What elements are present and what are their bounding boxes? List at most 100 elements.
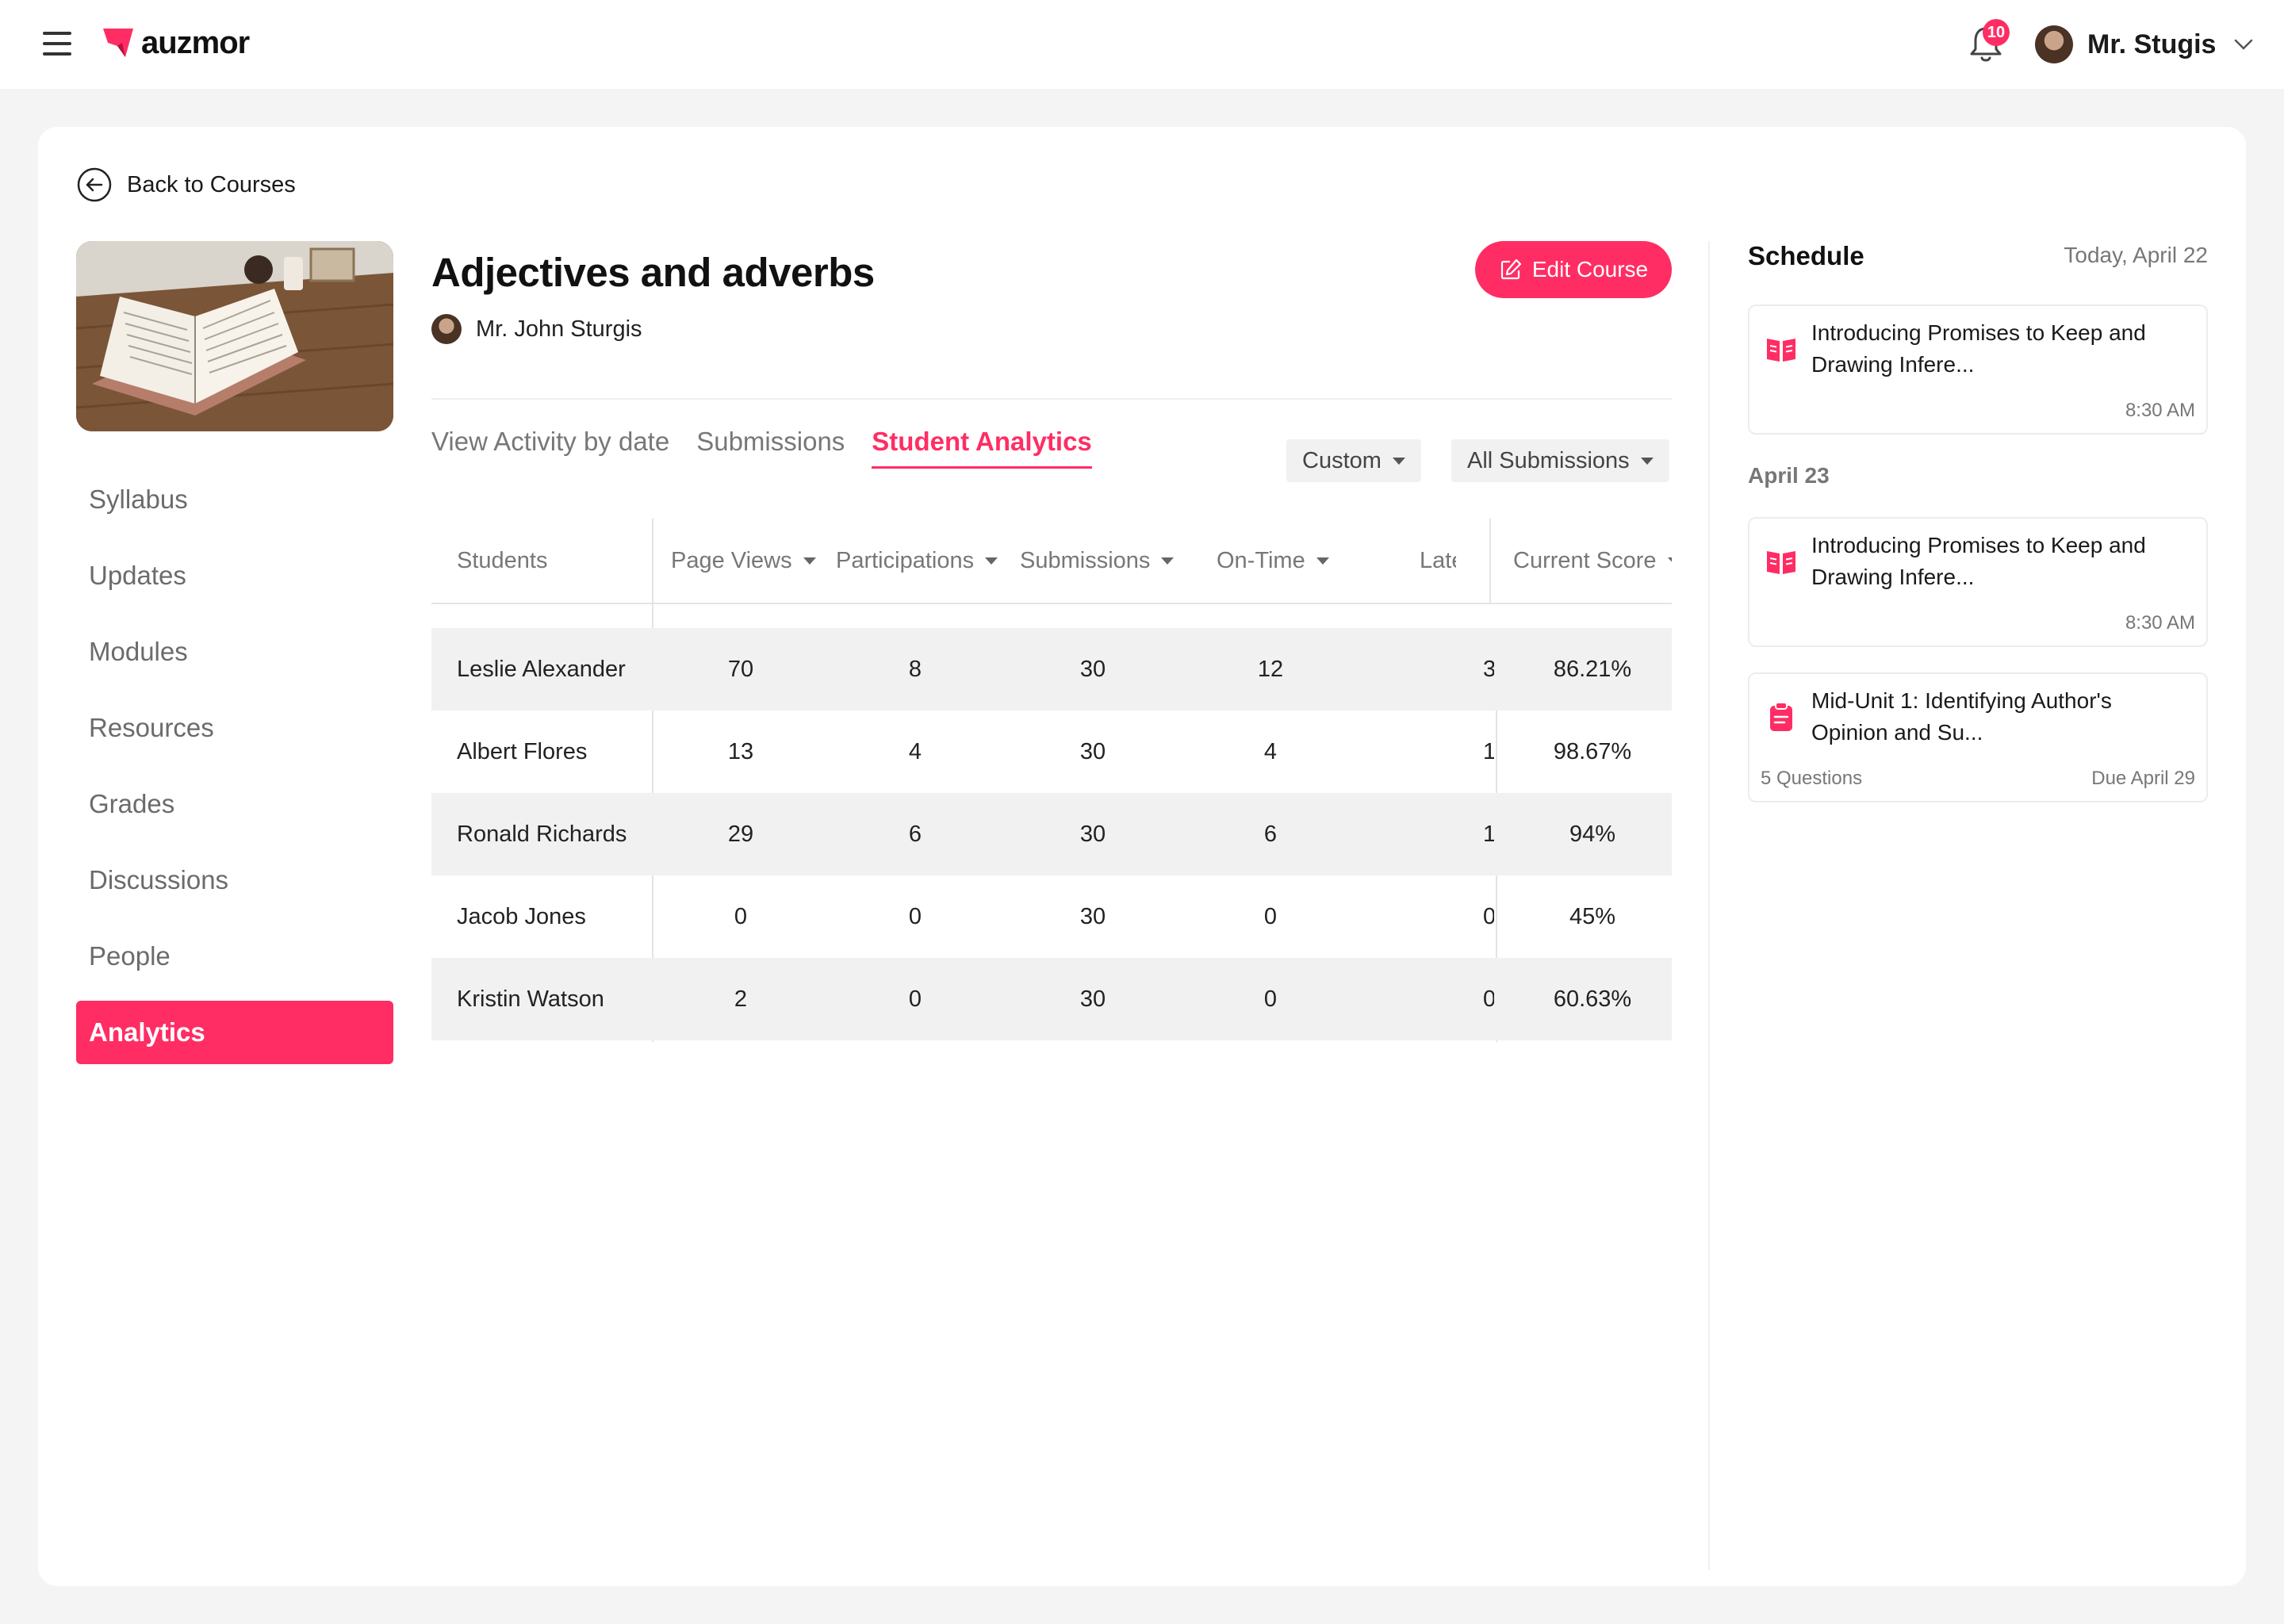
column-divider — [1489, 519, 1491, 603]
nav-item-analytics[interactable]: Analytics — [76, 1001, 393, 1064]
nav-item-discussions[interactable]: Discussions — [76, 848, 393, 912]
tab-view-activity[interactable]: View Activity by date — [431, 427, 669, 469]
cell-student: Albert Flores — [457, 739, 588, 764]
cell-on-time: 4 — [1263, 739, 1278, 764]
submissions-filter-value: All Submissions — [1467, 447, 1630, 473]
nav-item-resources[interactable]: Resources — [76, 696, 393, 760]
table-row[interactable]: Kristin Watson 2 0 30 0 0 60.63% — [431, 958, 1672, 1040]
schedule-item-title: Mid-Unit 1: Identifying Author's Opinion… — [1811, 688, 2112, 745]
table-row[interactable]: Leslie Alexander 70 8 30 12 3 86.21% — [431, 628, 1672, 710]
table-row[interactable]: Ronald Richards 29 6 30 6 1 94% — [431, 793, 1672, 875]
nav-item-modules[interactable]: Modules — [76, 620, 393, 684]
schedule-item-time: 8:30 AM — [2125, 612, 2195, 634]
cell-student: Jacob Jones — [457, 904, 586, 929]
date-range-select[interactable]: Custom — [1286, 439, 1421, 482]
instructor: Mr. John Sturgis — [431, 314, 642, 344]
analytics-tabs: View Activity by date Submissions Studen… — [431, 427, 1119, 469]
edit-icon — [1500, 259, 1521, 280]
brand-logo[interactable]: auzmor — [102, 24, 250, 62]
cell-late: 0 — [1483, 986, 1494, 1012]
book-icon — [1767, 551, 1795, 574]
back-to-courses-link[interactable]: Back to Courses — [76, 167, 296, 203]
col-on-time-label: On-Time — [1217, 548, 1305, 573]
col-students[interactable]: Students — [457, 519, 631, 603]
col-participations-label: Participations — [836, 548, 975, 573]
user-name: Mr. Stugis — [2087, 29, 2217, 59]
col-students-label: Students — [457, 548, 548, 573]
title-divider — [431, 398, 1672, 400]
cell-page-views: 0 — [734, 904, 748, 929]
caret-down-icon — [803, 557, 816, 565]
cell-late: 1 — [1483, 739, 1494, 764]
schedule-item[interactable]: Introducing Promises to Keep and Drawing… — [1748, 517, 2208, 647]
col-page-views[interactable]: Page Views — [671, 519, 822, 603]
cell-page-views: 2 — [734, 986, 748, 1012]
caret-down-icon — [1161, 557, 1175, 565]
col-participations[interactable]: Participations — [836, 519, 1018, 603]
submissions-filter-select[interactable]: All Submissions — [1451, 439, 1669, 482]
course-image — [76, 241, 393, 431]
cell-on-time: 0 — [1263, 986, 1278, 1012]
tab-student-analytics[interactable]: Student Analytics — [872, 427, 1092, 469]
cell-student: Kristin Watson — [457, 986, 604, 1012]
col-late-label: Late — [1420, 548, 1456, 573]
cell-submissions: 30 — [1079, 822, 1106, 847]
col-current-score-label: Current Score — [1513, 548, 1657, 573]
instructor-avatar — [431, 314, 462, 344]
book-icon — [1767, 339, 1795, 362]
cell-late: 3 — [1483, 657, 1494, 682]
cell-student: Leslie Alexander — [457, 657, 626, 682]
course-nav: Syllabus Updates Modules Resources Grade… — [76, 468, 393, 1077]
user-menu[interactable]: Mr. Stugis — [2035, 22, 2254, 67]
avatar — [2035, 25, 2073, 63]
schedule-item-title: Introducing Promises to Keep and Drawing… — [1811, 533, 2146, 589]
chevron-down-icon — [2235, 39, 2253, 50]
cell-student: Ronald Richards — [457, 822, 627, 847]
caret-down-icon — [1392, 457, 1405, 465]
cell-current-score: 98.67% — [1553, 739, 1632, 764]
nav-item-people[interactable]: People — [76, 925, 393, 988]
student-analytics-table: Students Page Views Participations Submi… — [431, 519, 1672, 1042]
table-header: Students Page Views Participations Submi… — [431, 519, 1672, 604]
schedule-item[interactable]: Introducing Promises to Keep and Drawing… — [1748, 304, 2208, 435]
date-range-value: Custom — [1302, 447, 1382, 473]
cell-submissions: 30 — [1079, 986, 1106, 1012]
col-submissions[interactable]: Submissions — [1020, 519, 1186, 603]
clipboard-icon — [1770, 702, 1792, 731]
back-arrow-icon — [77, 167, 112, 202]
table-body: Leslie Alexander 70 8 30 12 3 86.21% Alb… — [431, 628, 1672, 1040]
schedule-date-label: April 23 — [1748, 463, 1830, 488]
schedule-item[interactable]: Mid-Unit 1: Identifying Author's Opinion… — [1748, 672, 2208, 802]
schedule-today: Today, April 22 — [2064, 243, 2208, 267]
caret-down-icon — [1667, 557, 1672, 565]
col-submissions-label: Submissions — [1020, 548, 1151, 573]
cell-participations: 6 — [908, 822, 922, 847]
nav-item-syllabus[interactable]: Syllabus — [76, 468, 393, 531]
col-current-score[interactable]: Current Score — [1513, 519, 1672, 603]
caret-down-icon — [1316, 557, 1329, 565]
cell-page-views: 29 — [727, 822, 754, 847]
nav-item-grades[interactable]: Grades — [76, 772, 393, 836]
col-page-views-label: Page Views — [671, 548, 792, 573]
table-row[interactable]: Jacob Jones 0 0 30 0 0 45% — [431, 875, 1672, 958]
table-row[interactable]: Albert Flores 13 4 30 4 1 98.67% — [431, 710, 1672, 793]
cell-page-views: 70 — [727, 657, 754, 682]
cell-late: 1 — [1483, 822, 1494, 847]
logo-mark-icon — [103, 29, 133, 57]
col-on-time[interactable]: On-Time — [1217, 519, 1343, 603]
schedule-divider — [1708, 241, 1710, 1570]
edit-course-button[interactable]: Edit Course — [1475, 241, 1672, 298]
notification-badge: 10 — [1983, 19, 2010, 46]
nav-item-updates[interactable]: Updates — [76, 544, 393, 607]
cell-on-time: 0 — [1263, 904, 1278, 929]
menu-icon[interactable] — [43, 32, 71, 56]
course-thumbnail — [76, 241, 393, 431]
cell-participations: 4 — [908, 739, 922, 764]
cell-on-time: 12 — [1257, 657, 1284, 682]
cell-current-score: 45% — [1569, 904, 1616, 929]
tab-submissions[interactable]: Submissions — [696, 427, 845, 469]
cell-page-views: 13 — [727, 739, 754, 764]
col-late[interactable]: Late — [1420, 519, 1456, 603]
cell-submissions: 30 — [1079, 739, 1106, 764]
cell-participations: 0 — [908, 986, 922, 1012]
